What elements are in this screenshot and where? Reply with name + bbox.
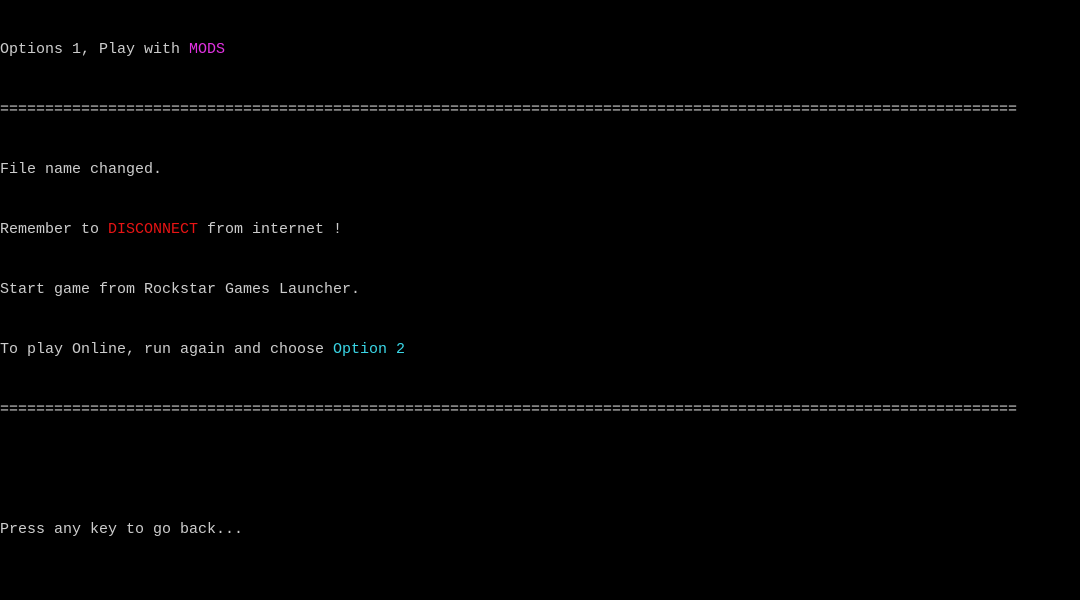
mods-label: MODS — [189, 41, 225, 58]
press-any-key-prompt: Press any key to go back... — [0, 521, 243, 538]
file-name-message: File name changed. — [0, 161, 162, 178]
online-message: To play Online, run again and choose Opt… — [0, 340, 1080, 360]
option-2-highlight: Option 2 — [333, 341, 405, 358]
console-window[interactable]: Options 1, Play with MODS ==============… — [0, 0, 1080, 600]
disconnect-message: Remember to DISCONNECT from internet ! — [0, 220, 1080, 240]
disconnect-prefix: Remember to — [0, 221, 108, 238]
disconnect-highlight: DISCONNECT — [108, 221, 198, 238]
header-prefix: Options 1, Play with — [0, 41, 189, 58]
start-game-message: Start game from Rockstar Games Launcher. — [0, 281, 360, 298]
disconnect-suffix: from internet ! — [198, 221, 342, 238]
separator-bottom: ========================================… — [0, 401, 1017, 418]
header-line: Options 1, Play with MODS — [0, 40, 1080, 60]
separator-top: ========================================… — [0, 101, 1017, 118]
online-prefix: To play Online, run again and choose — [0, 341, 333, 358]
